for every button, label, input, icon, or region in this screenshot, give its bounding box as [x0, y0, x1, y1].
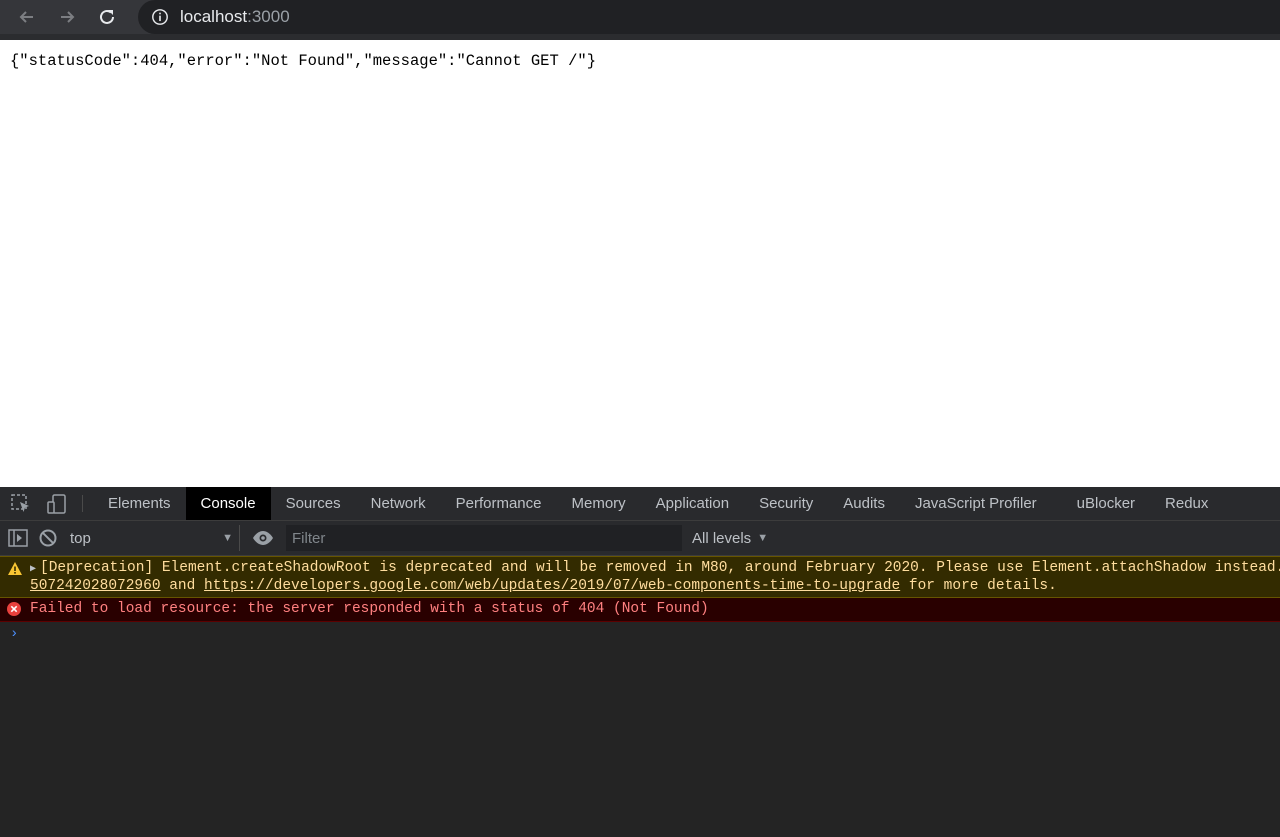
show-sidebar-button[interactable] [6, 526, 30, 550]
url-text[interactable]: localhost:3000 [180, 7, 290, 27]
clear-console-button[interactable] [36, 526, 60, 550]
filter-input[interactable] [286, 525, 682, 551]
json-response: {"statusCode":404,"error":"Not Found","m… [10, 52, 596, 70]
log-levels-dropdown[interactable]: All levels ▼ [692, 530, 768, 547]
browser-toolbar: localhost:3000 [0, 0, 1280, 34]
live-expression-button[interactable] [252, 527, 274, 549]
tab-redux[interactable]: Redux [1150, 487, 1223, 520]
device-icon [47, 493, 66, 514]
devtools-tabbar: Elements Console Sources Network Perform… [0, 487, 1280, 521]
console-error-message: Failed to load resource: the server resp… [0, 598, 1280, 622]
caret-down-icon: ▼ [757, 532, 769, 544]
error-icon [7, 602, 21, 616]
block-icon [39, 529, 57, 547]
url-host: localhost [180, 7, 248, 26]
warning-text: [Deprecation] Element.createShadowRoot i… [40, 560, 1280, 576]
tab-ublocker[interactable]: uBlocker [1062, 487, 1150, 520]
log-levels-label: All levels [692, 529, 752, 547]
sidebar-toggle-icon [8, 529, 28, 547]
eye-icon [253, 531, 273, 545]
devtools-panel: Elements Console Sources Network Perform… [0, 487, 1280, 837]
device-toggle-button[interactable] [42, 487, 72, 520]
url-port: :3000 [247, 7, 290, 26]
back-button[interactable] [14, 4, 40, 30]
warning-link-2[interactable]: https://developers.google.com/web/update… [204, 578, 900, 594]
console-messages: ▶ [Deprecation] Element.createShadowRoot … [0, 556, 1280, 642]
tab-performance[interactable]: Performance [441, 487, 557, 520]
tab-memory[interactable]: Memory [557, 487, 641, 520]
tab-elements[interactable]: Elements [93, 487, 186, 520]
caret-down-icon: ▼ [222, 532, 233, 544]
console-warning-message: ▶ [Deprecation] Element.createShadowRoot … [0, 556, 1280, 598]
tab-network[interactable]: Network [356, 487, 441, 520]
inspect-cursor-icon [11, 493, 29, 512]
tab-console[interactable]: Console [185, 487, 271, 520]
tab-sources[interactable]: Sources [271, 487, 356, 520]
forward-button[interactable] [54, 4, 80, 30]
arrow-left-icon [19, 11, 33, 23]
prompt-chevron-icon: › [10, 626, 19, 642]
warning-link-1[interactable]: 507242028072960 [30, 578, 161, 594]
tab-javascript-profiler[interactable]: JavaScript Profiler [900, 487, 1052, 520]
reload-icon [100, 9, 114, 24]
inspect-element-button[interactable] [6, 487, 36, 520]
warning-icon [8, 562, 22, 575]
context-selector[interactable]: top ▼ [70, 525, 240, 551]
tab-application[interactable]: Application [641, 487, 744, 520]
expand-triangle-icon[interactable]: ▶ [30, 564, 36, 575]
arrow-right-icon [61, 11, 75, 23]
info-icon[interactable] [150, 7, 170, 27]
tab-audits[interactable]: Audits [828, 487, 900, 520]
tabbar-separator [82, 495, 83, 512]
warning-and: and [160, 578, 205, 594]
context-value: top [70, 529, 91, 547]
console-prompt[interactable]: › [0, 622, 1280, 642]
console-toolbar: top ▼ All levels ▼ [0, 521, 1280, 556]
tab-security[interactable]: Security [744, 487, 828, 520]
page-content: {"statusCode":404,"error":"Not Found","m… [0, 40, 1280, 487]
error-text: Failed to load resource: the server resp… [30, 601, 709, 617]
reload-button[interactable] [94, 4, 120, 30]
warning-suffix: for more details. [900, 578, 1057, 594]
address-bar[interactable]: localhost:3000 [138, 0, 1280, 34]
